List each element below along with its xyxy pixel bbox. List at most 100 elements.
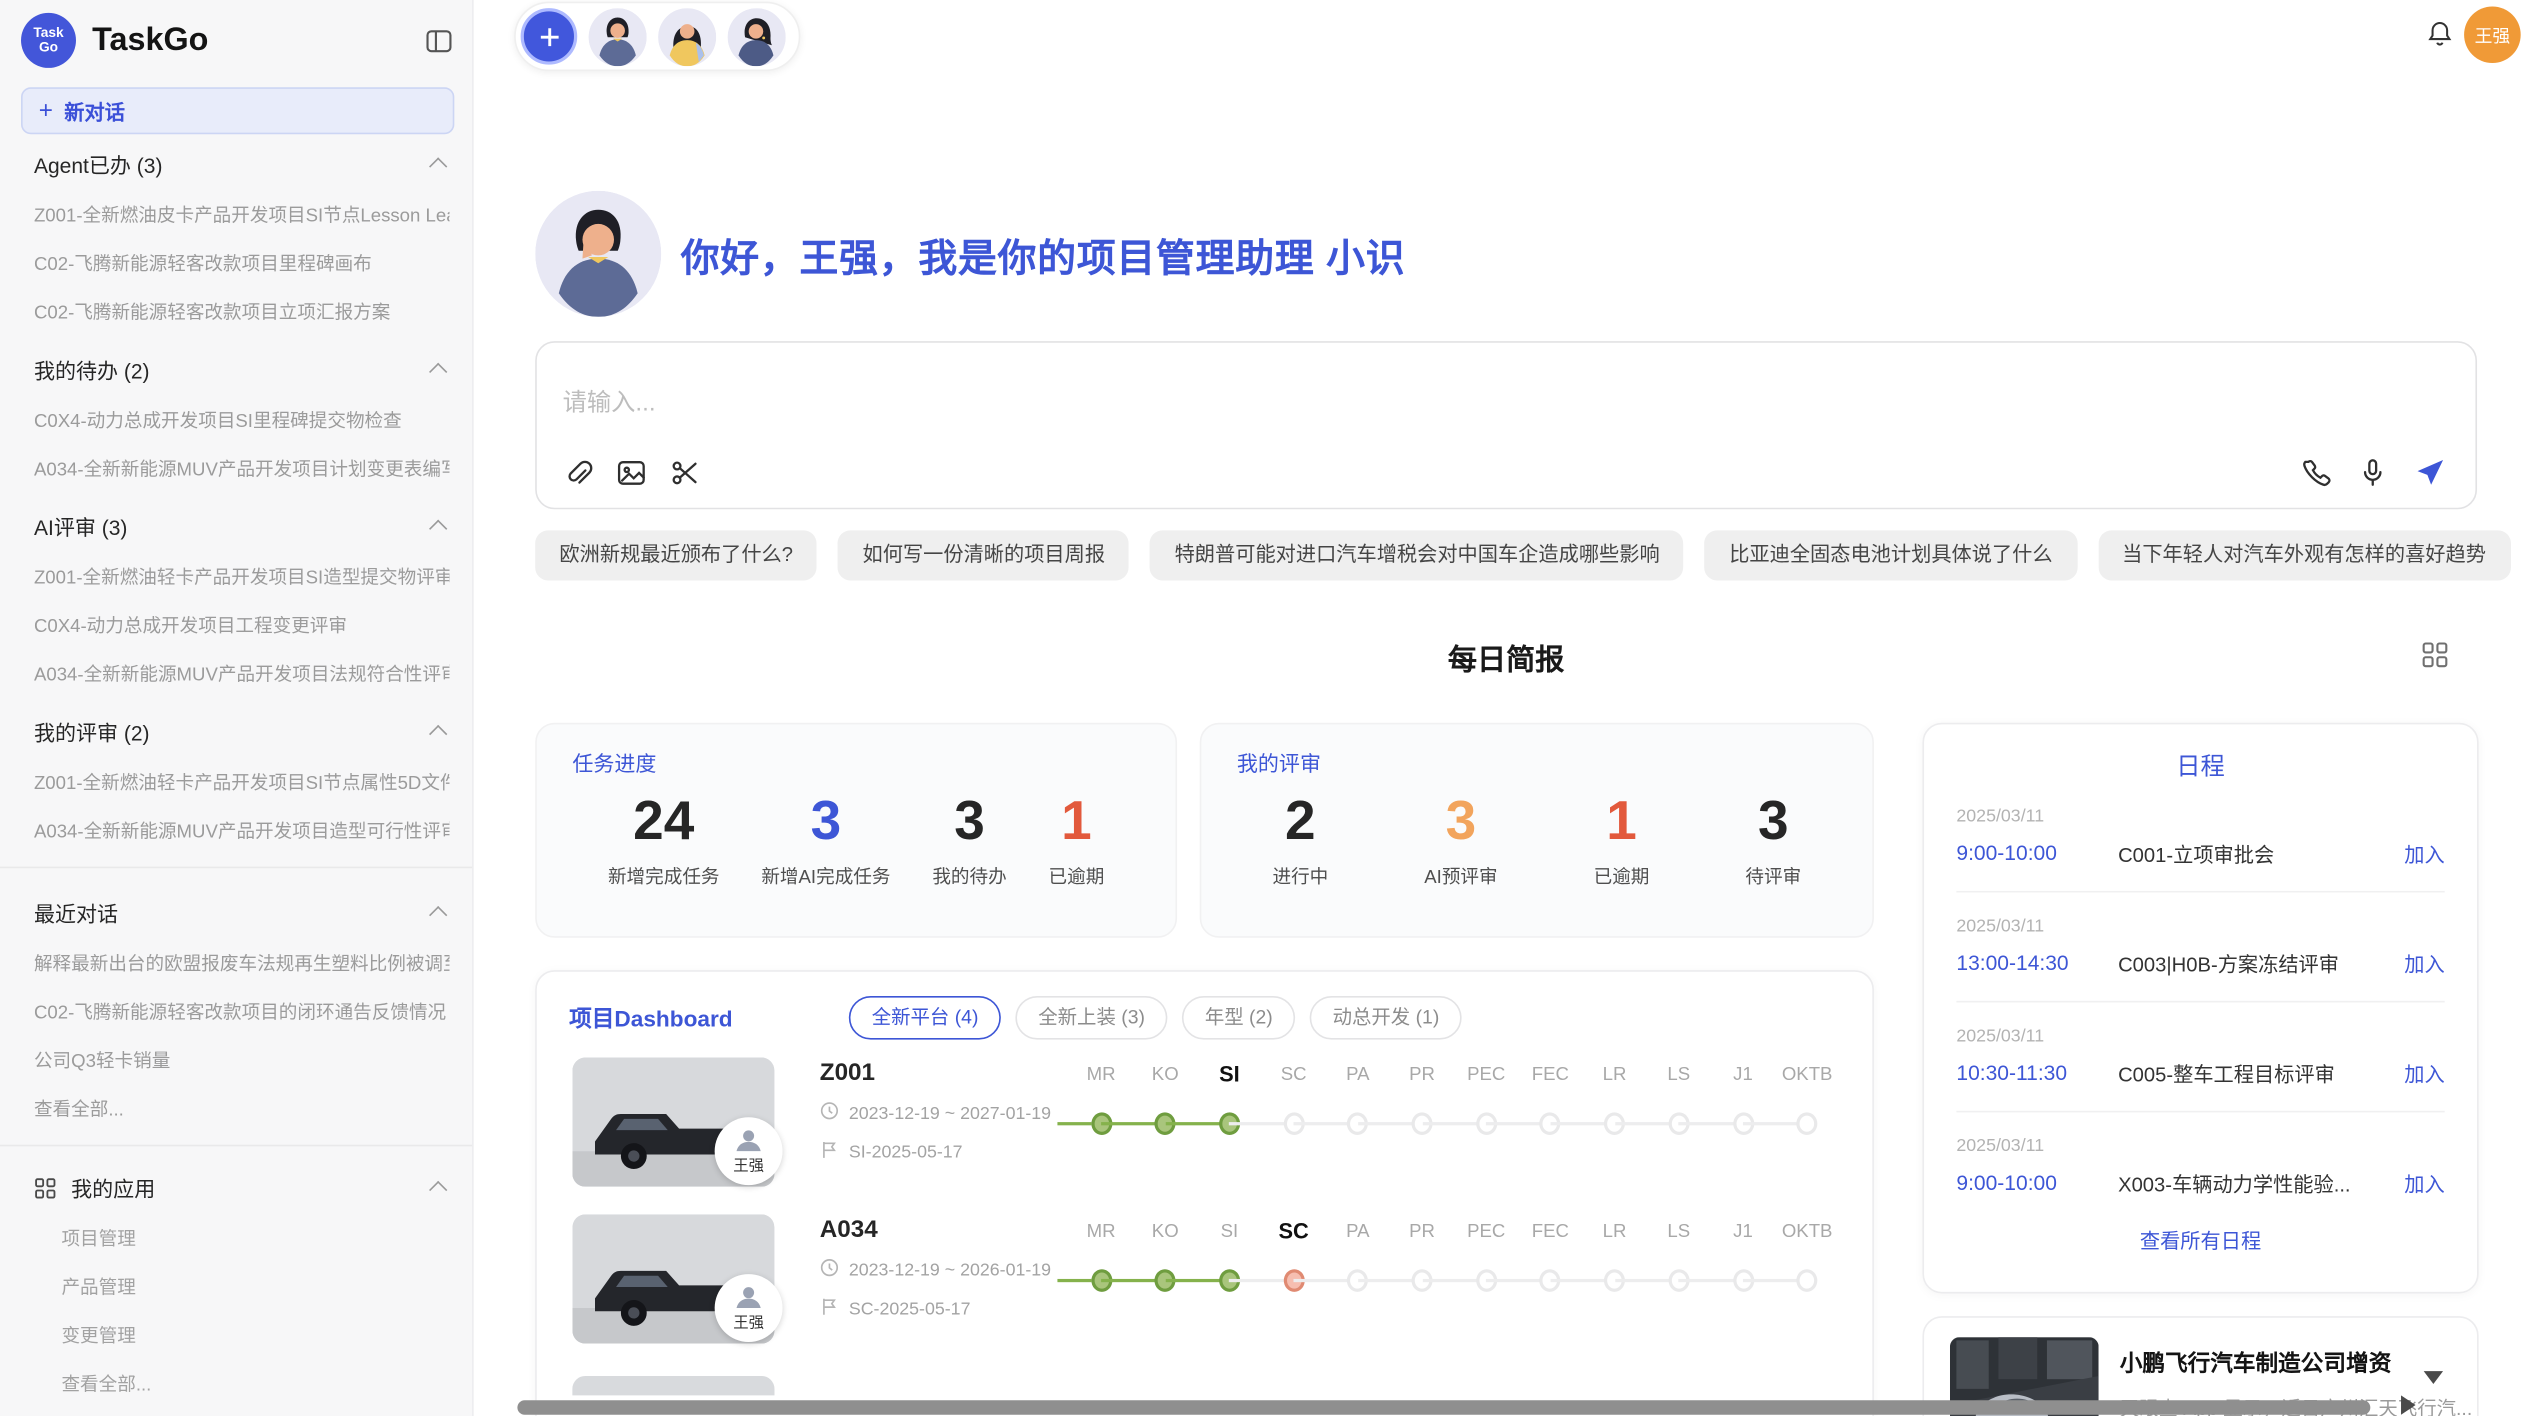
- app-item[interactable]: 变更管理: [61, 1323, 449, 1349]
- recent-view-all[interactable]: 查看全部...: [34, 1096, 450, 1122]
- milestone-label-ls: LS: [1646, 1222, 1711, 1241]
- milestone-label-sc: SC: [1261, 1066, 1326, 1085]
- voice-call-icon[interactable]: [2301, 457, 2332, 488]
- sidebar-item[interactable]: C0X4-动力总成开发项目SI里程碑提交物检查: [34, 407, 450, 433]
- suggestion-chip[interactable]: 当下年轻人对汽车外观有怎样的喜好趋势: [2098, 530, 2510, 580]
- notification-bell-icon[interactable]: [2425, 19, 2454, 48]
- milestone-dot-oktb[interactable]: [1797, 1269, 1818, 1292]
- apps-view-all[interactable]: 查看全部...: [61, 1371, 449, 1397]
- news-title: 小鹏飞行汽车制造公司增资: [2120, 1347, 2473, 1379]
- scroll-down-arrow[interactable]: [2424, 1371, 2443, 1384]
- microphone-icon[interactable]: [2357, 457, 2388, 488]
- dashboard-tab[interactable]: 全新上装 (3): [1016, 996, 1168, 1040]
- recent-conversation-item[interactable]: C02-飞腾新能源轻客改款项目的闭环通告反馈情况: [34, 999, 450, 1025]
- sidebar-item[interactable]: Z001-全新燃油轻卡产品开发项目SI造型提交物评审: [34, 564, 450, 590]
- sidebar-item[interactable]: A034-全新新能源MUV产品开发项目计划变更表编写: [34, 456, 450, 482]
- sidebar-section-header[interactable]: 我的待办 (2): [34, 354, 450, 385]
- sidebar-item[interactable]: C02-飞腾新能源轻客改款项目立项汇报方案: [34, 299, 450, 325]
- app-item[interactable]: 项目管理: [61, 1226, 449, 1252]
- horizontal-scrollbar-thumb[interactable]: [517, 1400, 2370, 1415]
- milestone-label-lr: LR: [1582, 1222, 1647, 1241]
- suggestion-chip[interactable]: 特朗普可能对进口汽车增税会对中国车企造成哪些影响: [1150, 530, 1684, 580]
- milestone-dot-oktb[interactable]: [1797, 1112, 1818, 1135]
- project-info: Z0012023-12-19 ~ 2027-01-19SI-2025-05-17: [820, 1059, 1051, 1164]
- agent-avatar-1[interactable]: [589, 7, 647, 65]
- project-info: A0342023-12-19 ~ 2026-01-19SC-2025-05-17: [820, 1216, 1051, 1321]
- send-icon[interactable]: [2414, 456, 2446, 488]
- schedule-item[interactable]: 2025/03/119:00-10:00C001-立项审批会加入: [1956, 783, 2444, 869]
- sidebar-section-header[interactable]: AI评审 (3): [34, 511, 450, 542]
- join-link[interactable]: 加入: [2404, 1057, 2444, 1088]
- schedule-event-title: C003|H0B-方案冻结评审: [2118, 947, 2391, 978]
- milestone-label-fec: FEC: [1518, 1222, 1583, 1241]
- project-rows: 王强 Z0012023-12-19 ~ 2027-01-19SI-2025-05-…: [537, 1043, 1873, 1357]
- schedule-item[interactable]: 2025/03/1113:00-14:30C003|H0B-方案冻结评审加入: [1956, 893, 2444, 979]
- sidebar-item[interactable]: Z001-全新燃油皮卡产品开发项目SI节点Lesson Learn报告: [34, 202, 450, 228]
- screenshot-scissors-icon[interactable]: [669, 458, 700, 489]
- recent-conversation-item[interactable]: 解释最新出台的欧盟报废车法规再生塑料比例被调至15%...: [34, 951, 450, 977]
- suggestion-chip[interactable]: 比亚迪全固态电池计划具体说了什么: [1705, 530, 2077, 580]
- briefing-stat-card: 任务进度24新增完成任务3新增AI完成任务3我的待办1已逾期: [535, 723, 1177, 938]
- scroll-right-arrow[interactable]: [2401, 1395, 2416, 1414]
- dashboard-filter-tabs: 全新平台 (4) 全新上装 (3) 年型 (2) 动总开发 (1): [849, 996, 1462, 1040]
- sidebar-item[interactable]: C02-飞腾新能源轻客改款项目里程碑画布: [34, 251, 450, 277]
- view-all-schedule-link[interactable]: 查看所有日程: [1924, 1224, 2477, 1255]
- schedule-time: 9:00-10:00: [1956, 841, 2118, 865]
- project-dashboard-card: 项目Dashboard 全新平台 (4)全新上装 (3)年型 (2)动总开发 (…: [535, 970, 1874, 1416]
- milestone-label-sc: SC: [1261, 1219, 1326, 1243]
- sidebar-scroll-area[interactable]: Agent已办 (3) Z001-全新燃油皮卡产品开发项目SI节点Lesson L…: [0, 120, 472, 1416]
- agent-avatar-3[interactable]: [728, 7, 786, 65]
- project-row[interactable]: 王强 Z0012023-12-19 ~ 2027-01-19SI-2025-05-…: [537, 1043, 1873, 1200]
- agent-avatar-2[interactable]: [658, 7, 716, 65]
- sidebar-collapse-icon[interactable]: [425, 27, 452, 54]
- recent-label: 最近对话: [34, 897, 118, 928]
- schedule-item[interactable]: 2025/03/119:00-10:00X003-车辆动力学性能验...加入: [1956, 1112, 2444, 1198]
- layout-grid-icon[interactable]: [2420, 640, 2449, 669]
- join-link[interactable]: 加入: [2404, 1167, 2444, 1198]
- attachment-icon[interactable]: [563, 458, 594, 489]
- task-sections: Agent已办 (3) Z001-全新燃油皮卡产品开发项目SI节点Lesson L…: [0, 149, 472, 844]
- project-flag-text: SC-2025-05-17: [849, 1299, 971, 1318]
- project-owner-badge: 王强: [715, 1117, 783, 1185]
- milestone-label-ko: KO: [1133, 1222, 1198, 1241]
- briefing-stat-card: 我的评审2进行中3AI预评审1已逾期3待评审: [1200, 723, 1874, 938]
- sidebar-item[interactable]: Z001-全新燃油轻卡产品开发项目SI节点属性5D文件评审: [34, 770, 450, 796]
- recent-items: 解释最新出台的欧盟报废车法规再生塑料比例被调至15%... C02-飞腾新能源轻客…: [34, 951, 450, 1074]
- suggestion-chip[interactable]: 欧洲新规最近颁布了什么?: [535, 530, 817, 580]
- apps-grid-icon: [34, 1176, 57, 1199]
- add-agent-button[interactable]: [521, 8, 578, 65]
- stat: 1已逾期: [1594, 789, 1650, 889]
- suggestion-chip[interactable]: 如何写一份清晰的项目周报: [838, 530, 1129, 580]
- milestone-label-j1: J1: [1711, 1222, 1776, 1241]
- image-upload-icon[interactable]: [616, 458, 647, 489]
- sidebar-section-header[interactable]: 我的评审 (2): [34, 716, 450, 747]
- sidebar-item[interactable]: A034-全新新能源MUV产品开发项目造型可行性评审: [34, 818, 450, 844]
- dashboard-tab[interactable]: 动总开发 (1): [1310, 996, 1462, 1040]
- stat: 3新增AI完成任务: [761, 789, 890, 889]
- chevron-up-icon: [429, 157, 447, 175]
- project-row[interactable]: 王强A0342023-12-19 ~ 2026-01-19SC-2025-05-…: [537, 1200, 1873, 1357]
- join-link[interactable]: 加入: [2404, 838, 2444, 869]
- logo-line2: Go: [39, 40, 58, 55]
- stat: 3AI预评审: [1424, 789, 1497, 889]
- sidebar-item[interactable]: C0X4-动力总成开发项目工程变更评审: [34, 613, 450, 639]
- dashboard-tab[interactable]: 全新平台 (4): [849, 996, 1001, 1040]
- schedule-event-title: C005-整车工程目标评审: [2118, 1057, 2391, 1088]
- stat-label: 新增完成任务: [608, 863, 720, 889]
- stat: 3我的待办: [932, 789, 1006, 889]
- join-link[interactable]: 加入: [2404, 947, 2444, 978]
- user-avatar[interactable]: 王强: [2464, 6, 2521, 63]
- briefing-stat-cards: 任务进度24新增完成任务3新增AI完成任务3我的待办1已逾期我的评审2进行中3A…: [535, 723, 1874, 938]
- dashboard-tab[interactable]: 年型 (2): [1182, 996, 1295, 1040]
- recent-conversation-item[interactable]: 公司Q3轻卡销量: [34, 1048, 450, 1074]
- chat-composer[interactable]: 请输入...: [535, 341, 2477, 509]
- sidebar-item[interactable]: A034-全新新能源MUV产品开发项目法规符合性评审: [34, 661, 450, 687]
- recent-section-header[interactable]: 最近对话: [34, 897, 450, 928]
- project-thumb-partial: [572, 1376, 774, 1395]
- schedule-item[interactable]: 2025/03/1110:30-11:30C005-整车工程目标评审加入: [1956, 1002, 2444, 1088]
- app-item[interactable]: 产品管理: [61, 1274, 449, 1300]
- milestone-label-mr: MR: [1069, 1066, 1134, 1085]
- sidebar-section-header[interactable]: Agent已办 (3): [34, 149, 450, 180]
- owner-name: 王强: [733, 1158, 764, 1174]
- my-apps-header[interactable]: 我的应用: [34, 1172, 450, 1203]
